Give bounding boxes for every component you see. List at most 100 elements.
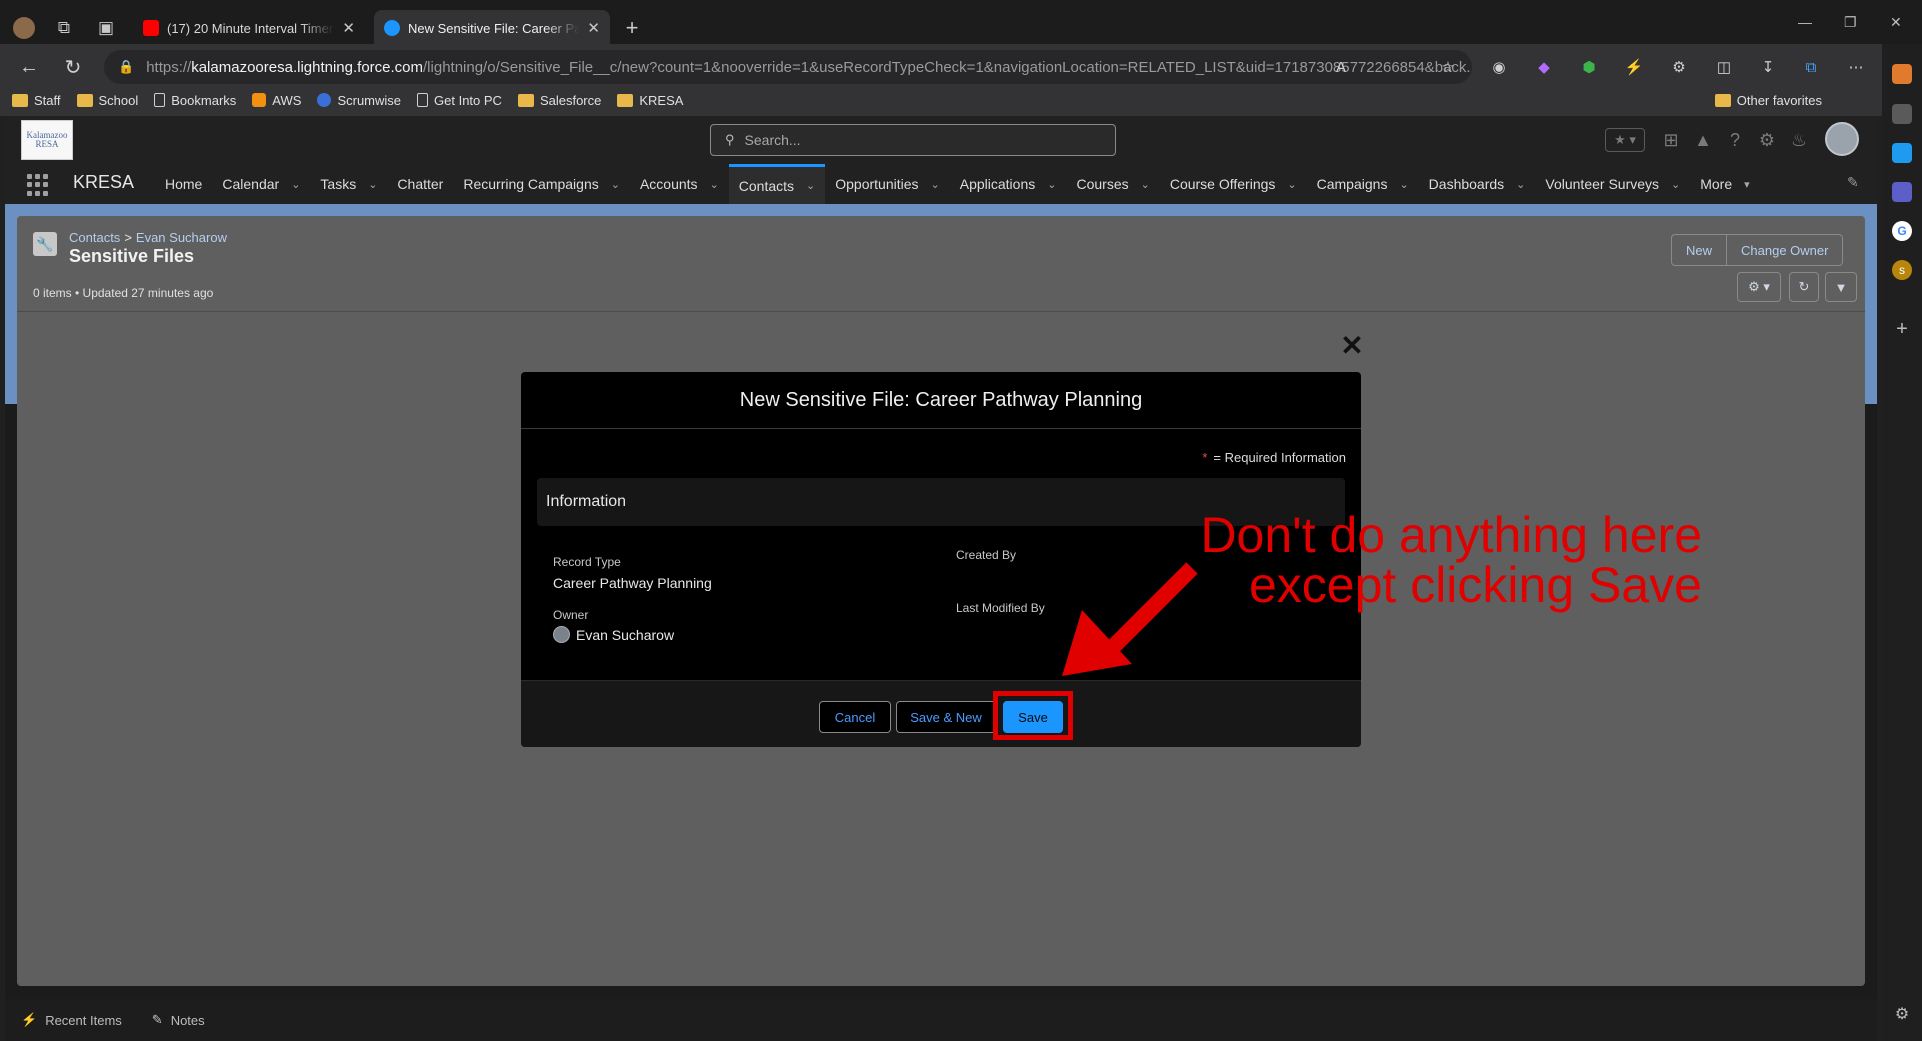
profile-avatar-icon[interactable] — [10, 14, 38, 42]
bookmark-aws[interactable]: AWS — [252, 93, 301, 108]
read-aloud-icon[interactable]: A — [1330, 56, 1352, 78]
bookmark-bookmarks[interactable]: Bookmarks — [154, 93, 236, 108]
nav-item-opportunities[interactable]: Opportunities ⌄ — [825, 164, 950, 204]
chevron-down-icon[interactable]: ⌄ — [611, 178, 620, 191]
chevron-down-icon[interactable]: ⌄ — [710, 178, 719, 191]
global-actions-plus-icon[interactable]: ⊞ — [1659, 128, 1683, 152]
extension-purple-icon[interactable]: ◆ — [1533, 56, 1555, 78]
bookmark-kresa[interactable]: KRESA — [617, 93, 683, 108]
close-window-icon[interactable]: ✕ — [1890, 14, 1902, 31]
nav-item-tasks[interactable]: Tasks ⌄ — [310, 164, 387, 204]
kresa-logo[interactable]: Kalamazoo RESA — [21, 120, 73, 160]
folder-icon — [1714, 93, 1731, 107]
cancel-button[interactable]: Cancel — [819, 701, 891, 733]
extension-s-icon[interactable]: s — [1892, 260, 1912, 280]
chevron-down-icon[interactable]: ⌄ — [931, 178, 940, 191]
tab-youtube-timer[interactable]: (17) 20 Minute Interval Timer - Yo ✕ — [133, 10, 365, 46]
bookmark-get-into-pc[interactable]: Get Into PC — [417, 93, 502, 108]
chevron-down-icon[interactable]: ⌄ — [1399, 178, 1408, 191]
bookmark-scrumwise[interactable]: Scrumwise — [317, 93, 401, 108]
address-bar[interactable]: 🔒 https://kalamazooresa.lightning.force.… — [104, 50, 1472, 84]
bookmark-salesforce[interactable]: Salesforce — [517, 93, 601, 108]
bookmark-school[interactable]: School — [76, 93, 138, 108]
chevron-down-icon[interactable]: ⌄ — [1516, 178, 1525, 191]
restore-icon[interactable]: ❐ — [1844, 14, 1857, 31]
nav-item-recurring-campaigns[interactable]: Recurring Campaigns ⌄ — [453, 164, 630, 204]
notifications-bell-icon[interactable]: ♨ — [1787, 128, 1811, 152]
split-screen-icon[interactable]: ◫ — [1713, 56, 1735, 78]
nav-items: Home Calendar ⌄ Tasks ⌄ Chatter Recurring … — [155, 164, 1760, 204]
chevron-down-icon[interactable]: ⌄ — [1141, 178, 1150, 191]
shopping-bag-icon[interactable] — [1892, 64, 1912, 84]
refresh-list-icon[interactable]: ↻ — [1789, 272, 1819, 302]
workspaces-icon[interactable]: ⧉ — [50, 14, 78, 42]
owner-value[interactable]: Evan Sucharow — [553, 626, 674, 643]
collections-icon[interactable]: ⧉ — [1800, 56, 1822, 78]
new-tab-plus-icon[interactable]: + — [618, 14, 646, 42]
nav-item-courses[interactable]: Courses ⌄ — [1066, 164, 1159, 204]
edit-nav-pencil-icon[interactable]: ✎ — [1847, 174, 1859, 191]
extensions-puzzle-icon[interactable]: ⚙ — [1668, 56, 1690, 78]
nav-item-applications[interactable]: Applications ⌄ — [950, 164, 1067, 204]
help-question-icon[interactable]: ? — [1723, 128, 1747, 152]
nav-item-chatter[interactable]: Chatter — [387, 164, 453, 204]
last-modified-by-label: Last Modified By — [956, 601, 1045, 615]
app-launcher-icon[interactable] — [27, 174, 49, 196]
add-sidebar-plus-icon[interactable]: + — [1892, 318, 1912, 340]
sidebar-settings-gear-icon[interactable]: ⚙ — [1892, 1004, 1912, 1024]
extension-glasses-icon[interactable]: ◉ — [1488, 56, 1510, 78]
page-title: Sensitive Files — [69, 246, 195, 266]
google-icon[interactable]: G — [1892, 221, 1912, 241]
chevron-down-icon[interactable]: ⌄ — [806, 179, 815, 192]
tools-icon[interactable] — [1892, 104, 1912, 124]
downloads-icon[interactable]: ↧ — [1757, 56, 1779, 78]
nav-item-accounts[interactable]: Accounts ⌄ — [630, 164, 729, 204]
close-tab-icon[interactable]: ✕ — [342, 19, 355, 37]
nav-item-contacts[interactable]: Contacts ⌄ — [728, 164, 826, 204]
chevron-down-icon[interactable]: ⌄ — [291, 178, 300, 191]
nav-item-more[interactable]: More ▾ — [1690, 164, 1759, 204]
lock-icon[interactable]: 🔒 — [118, 59, 134, 75]
extension-green-icon[interactable]: ⬢ — [1578, 56, 1600, 78]
utility-notes[interactable]: ✎ Notes — [152, 1012, 205, 1028]
chevron-down-icon[interactable]: ⌄ — [368, 178, 377, 191]
bookmark-other-favorites[interactable]: Other favorites — [1714, 84, 1822, 116]
telegram-icon[interactable] — [1892, 143, 1912, 163]
nav-item-course-offerings[interactable]: Course Offerings ⌄ — [1160, 164, 1307, 204]
close-tab-icon[interactable]: ✕ — [587, 19, 600, 37]
more-menu-icon[interactable]: ⋯ — [1845, 56, 1867, 78]
user-avatar[interactable] — [1825, 122, 1859, 156]
tab-new-sensitive-file[interactable]: New Sensitive File: Career Pathw ✕ — [374, 10, 610, 46]
refresh-icon[interactable]: ↻ — [60, 54, 86, 80]
breadcrumb-record-link[interactable]: Evan Sucharow — [136, 230, 227, 245]
favorite-star-icon[interactable]: ☆ — [1437, 56, 1459, 78]
nav-item-calendar[interactable]: Calendar ⌄ — [212, 164, 310, 204]
caret-down-icon[interactable]: ▾ — [1744, 178, 1750, 191]
extension-bolt-icon[interactable]: ⚡ — [1623, 56, 1645, 78]
bookmark-staff[interactable]: Staff — [12, 93, 61, 108]
save-and-new-button[interactable]: Save & New — [896, 701, 996, 733]
favorites-star-icon[interactable]: ★ ▾ — [1605, 128, 1645, 152]
nav-item-campaigns[interactable]: Campaigns ⌄ — [1307, 164, 1419, 204]
nav-item-home[interactable]: Home — [155, 164, 212, 204]
setup-gear-icon[interactable]: ⚙ — [1755, 128, 1779, 152]
trailhead-icon[interactable]: ▲ — [1691, 128, 1715, 152]
back-arrow-icon[interactable]: ← — [16, 54, 42, 80]
global-search-input[interactable]: ⚲ Search... — [710, 124, 1116, 156]
breadcrumb-contacts-link[interactable]: Contacts — [69, 230, 120, 245]
list-settings-gear-icon[interactable]: ⚙ ▾ — [1737, 272, 1781, 302]
chevron-down-icon[interactable]: ⌄ — [1047, 178, 1056, 191]
vertical-tabs-icon[interactable]: ▣ — [92, 14, 120, 42]
minimize-icon[interactable]: — — [1798, 14, 1812, 30]
filter-icon[interactable]: ▼ — [1825, 272, 1857, 302]
change-owner-button[interactable]: Change Owner — [1726, 235, 1842, 265]
new-button[interactable]: New — [1672, 235, 1726, 265]
utility-recent-items[interactable]: ⚡ Recent Items — [21, 1012, 122, 1028]
search-icon: ⚲ — [725, 132, 735, 147]
nav-item-volunteer-surveys[interactable]: Volunteer Surveys ⌄ — [1535, 164, 1690, 204]
chevron-down-icon[interactable]: ⌄ — [1287, 178, 1296, 191]
nav-item-dashboards[interactable]: Dashboards ⌄ — [1419, 164, 1536, 204]
chevron-down-icon[interactable]: ⌄ — [1671, 178, 1680, 191]
modal-close-icon[interactable]: ✕ — [1340, 332, 1364, 360]
teams-icon[interactable] — [1892, 182, 1912, 202]
